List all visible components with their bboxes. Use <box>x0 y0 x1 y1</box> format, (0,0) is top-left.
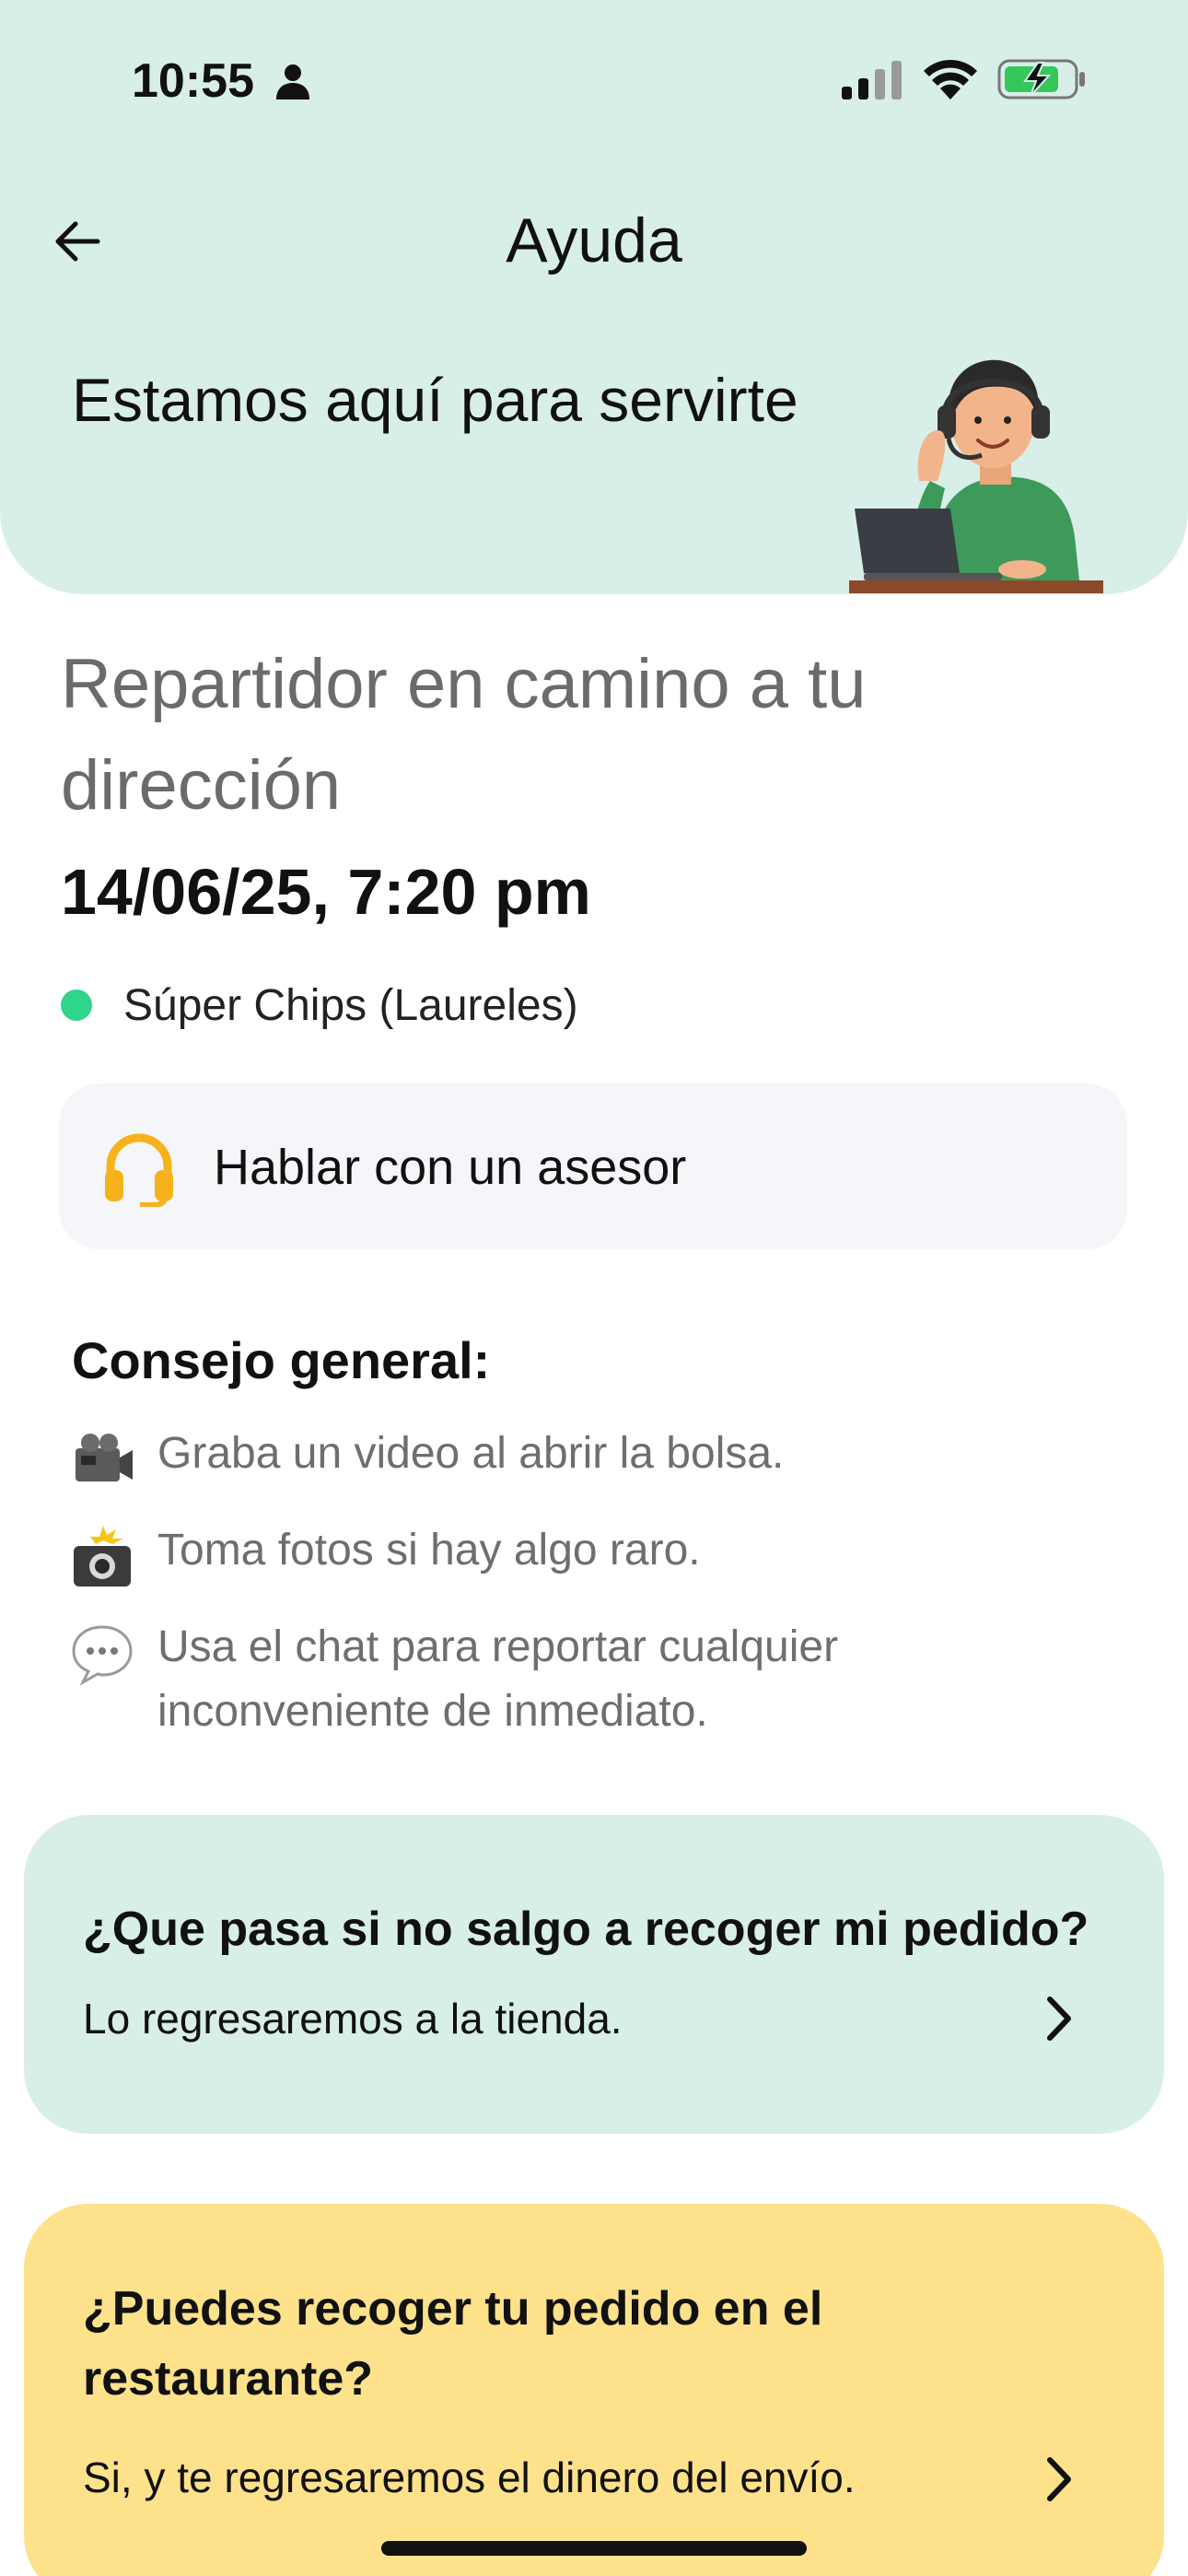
video-camera-icon <box>76 1434 133 1481</box>
headphones-icon <box>105 1133 173 1207</box>
chevron-right-icon <box>1047 2457 1071 2501</box>
faq-question: ¿Puedes recoger tu pedido en el restaura… <box>83 2282 823 2406</box>
header: 10:55 Ayuda Estamos aquí para servirte <box>0 0 1188 594</box>
person-icon <box>276 64 309 100</box>
order-status: Repartidor en camino a tu dirección <box>61 645 867 825</box>
tip-text: Toma fotos si hay algo raro. <box>157 1526 701 1575</box>
tip-text: Graba un video al abrir la bolsa. <box>157 1429 785 1478</box>
camera-flash-icon <box>74 1526 131 1587</box>
signal-icon <box>842 61 902 100</box>
faq-card-pickup-missed[interactable]: ¿Que pasa si no salgo a recoger mi pedid… <box>24 1815 1164 2134</box>
tips-title: Consejo general: <box>72 1331 491 1389</box>
chevron-right-icon <box>1047 1996 1071 2041</box>
faq-answer: Si, y te regresaremos el dinero del enví… <box>83 2453 856 2501</box>
status-time: 10:55 <box>132 54 254 108</box>
talk-to-advisor-label: Hablar con un asesor <box>214 1140 687 1195</box>
store-name: Súper Chips (Laureles) <box>123 981 578 1030</box>
support-agent-illustration <box>849 359 1103 593</box>
home-indicator[interactable] <box>381 2541 807 2556</box>
order-date: 14/06/25, 7:20 pm <box>61 856 591 928</box>
speech-bubble-icon <box>72 1625 133 1686</box>
page-title: Ayuda <box>506 205 682 275</box>
faq-card-pickup-restaurant[interactable]: ¿Puedes recoger tu pedido en el restaura… <box>24 2204 1164 2576</box>
faq-answer: Lo regresaremos a la tienda. <box>83 1995 623 2043</box>
tip-text: Usa el chat para reportar cualquier inco… <box>157 1622 839 1736</box>
faq-question: ¿Que pasa si no salgo a recoger mi pedid… <box>83 1903 1089 1956</box>
hero-title: Estamos aquí para servirte <box>72 366 798 434</box>
help-screen: 10:55 Ayuda Estamos aquí para servirte R… <box>0 0 1188 2576</box>
battery-charging-icon <box>997 59 1085 100</box>
store-status-dot <box>61 989 92 1021</box>
talk-to-advisor-button[interactable]: Hablar con un asesor <box>59 1083 1127 1249</box>
wifi-icon <box>924 59 977 100</box>
